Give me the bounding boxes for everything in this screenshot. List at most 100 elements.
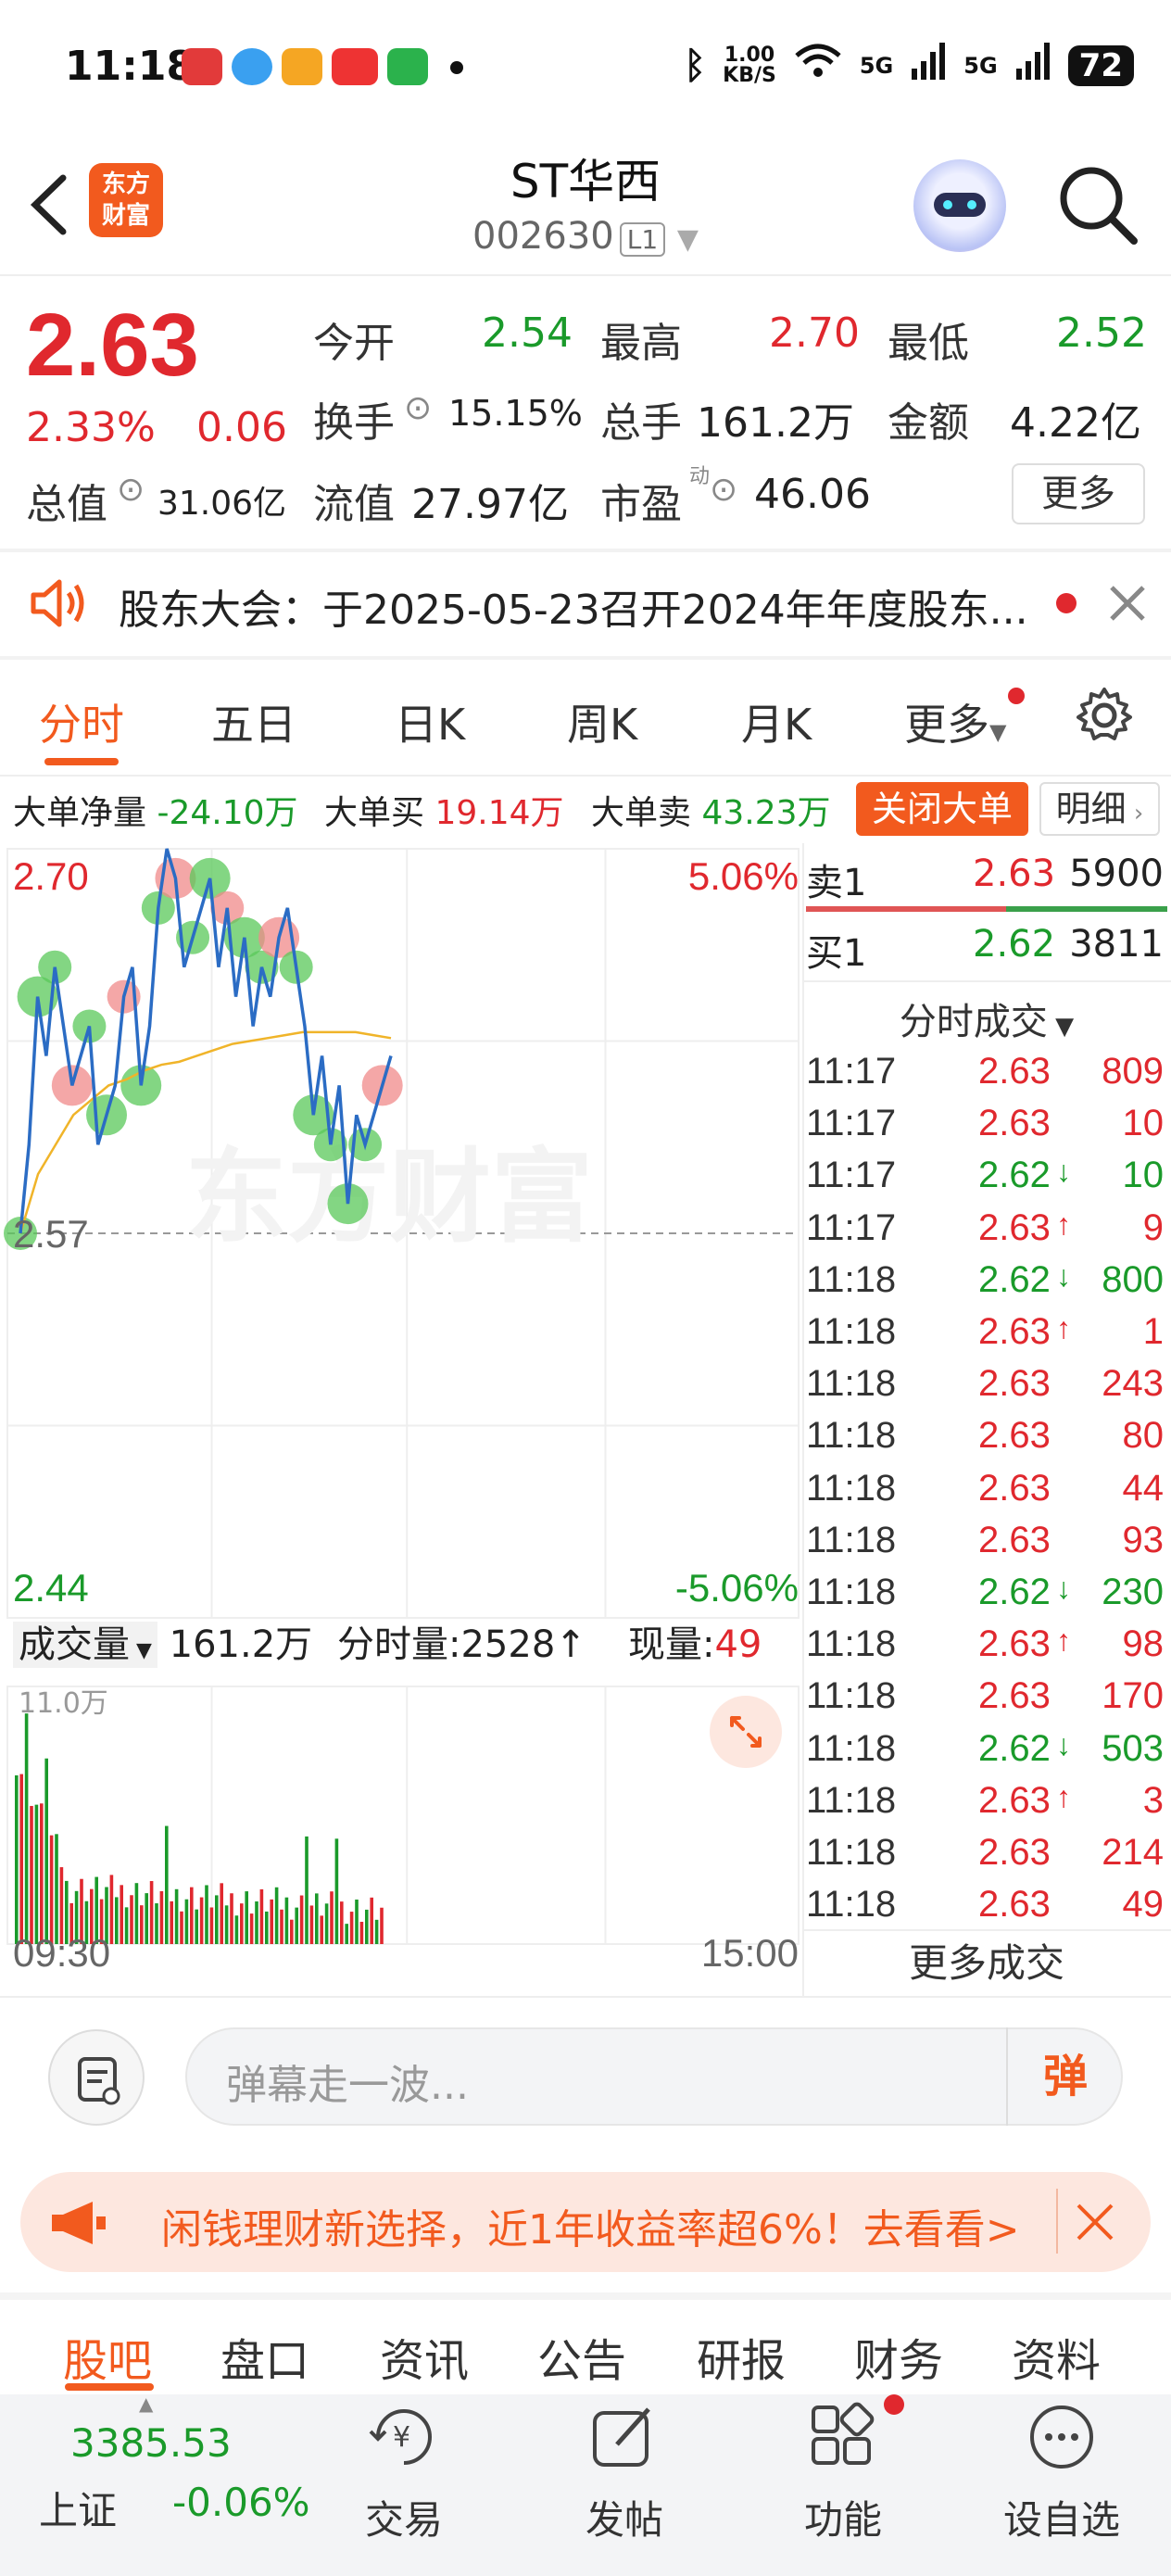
volume-bar	[44, 1758, 48, 1944]
watchlist-nav-label[interactable]: 设自选	[978, 2489, 1145, 2545]
float-cap-label: 流值	[313, 481, 395, 528]
app-notification-icon	[282, 48, 322, 85]
trade-row: 11:17 2.63 10	[806, 1103, 1167, 1155]
volume-bar	[330, 1891, 334, 1944]
trade-time: 11:17	[806, 1051, 897, 1092]
time-start-label: 09:30	[13, 1931, 110, 1975]
expand-chart-button[interactable]	[710, 1696, 782, 1768]
info-icon[interactable]: ⊙	[117, 471, 145, 509]
volume-bar	[40, 1803, 44, 1944]
tab-orderbook[interactable]: 盘口	[220, 2324, 309, 2389]
volume-bar	[24, 1713, 29, 1944]
notice-text[interactable]: 股东大会：于2025-05-23召开2024年年度股东...	[119, 576, 1028, 636]
post-nav-button[interactable]	[587, 2400, 661, 2478]
svg-text:¥: ¥	[393, 2421, 410, 2454]
trade-volume: 9	[1142, 1206, 1164, 1248]
ai-assistant-avatar[interactable]	[913, 159, 1006, 252]
chart-settings-button[interactable]	[1075, 686, 1134, 749]
index-value[interactable]: 3385.53	[70, 2420, 232, 2466]
trade-price: 2.63	[978, 1623, 1051, 1665]
tab-five-day[interactable]: 五日	[211, 691, 296, 752]
tab-announcements[interactable]: 公告	[537, 2324, 626, 2389]
trade-price: 2.63	[978, 1415, 1051, 1457]
volume-bar	[30, 1805, 33, 1944]
battery-indicator: 72	[1067, 45, 1134, 86]
price-high-label: 2.70	[13, 854, 89, 898]
close-promo-button[interactable]	[1071, 2198, 1119, 2250]
detail-button[interactable]: 明细 ›	[1039, 782, 1160, 836]
close-notice-button[interactable]	[1104, 580, 1151, 630]
caret-down-icon: ▼	[989, 719, 1007, 745]
tab-news[interactable]: 资讯	[380, 2324, 469, 2389]
divider	[0, 274, 1171, 276]
volume-bar	[245, 1891, 248, 1944]
close-big-order-button[interactable]: 关闭大单	[856, 782, 1028, 836]
volume-bar	[240, 1903, 244, 1944]
info-icon[interactable]: ⊙	[404, 389, 432, 427]
unread-dot	[1056, 593, 1077, 613]
more-trades-button[interactable]: 更多成交	[802, 1929, 1171, 1994]
ask-1-row[interactable]: 卖1 2.63 5900	[806, 852, 1167, 908]
trade-price: 2.62	[978, 1155, 1051, 1196]
amount-value: 4.22亿	[1010, 399, 1141, 447]
post-nav-label[interactable]: 发帖	[541, 2489, 708, 2545]
promo-text[interactable]: 闲钱理财新选择，近1年收益率超6%！去看看>	[161, 2196, 1020, 2255]
danmaku-send-button[interactable]: 弹	[1006, 2027, 1123, 2126]
tab-intraday[interactable]: 分时	[39, 691, 124, 752]
info-icon[interactable]: ⊙	[710, 471, 737, 509]
volume-bar	[109, 1875, 114, 1944]
more-quote-button[interactable]: 更多	[1012, 463, 1145, 524]
tab-active-indicator	[65, 2383, 154, 2391]
features-nav-button[interactable]	[806, 2400, 880, 2478]
tab-financials[interactable]: 财务	[854, 2324, 943, 2389]
change-amount: 0.06	[196, 404, 287, 451]
volume-bar	[309, 1905, 314, 1944]
trades-title[interactable]: 分时成交 ▼	[802, 991, 1171, 1045]
trade-nav-button[interactable]: ¥	[367, 2400, 441, 2478]
index-change[interactable]: -0.06%	[172, 2480, 310, 2525]
trade-row: 11:18 2.63 170	[806, 1675, 1167, 1727]
trade-time: 11:17	[806, 1103, 897, 1144]
trade-row: 11:18 2.63 ↑ 1	[806, 1311, 1167, 1363]
trade-direction-icon: ↓	[1056, 1258, 1071, 1293]
trade-price: 2.63	[978, 1519, 1051, 1560]
tab-monthly-k[interactable]: 月K	[741, 691, 812, 752]
divider	[802, 980, 1171, 982]
trade-price: 2.63	[978, 1206, 1051, 1248]
bid-1-row[interactable]: 买1 2.62 3811	[806, 923, 1167, 979]
index-name[interactable]: 上证	[39, 2480, 117, 2536]
signal-5g-1: 5G	[859, 53, 894, 79]
pct-low-label: -5.06%	[675, 1566, 799, 1610]
bluetooth-icon: ᛒ	[684, 44, 707, 87]
danmaku-placeholder: 弹幕走一波...	[226, 2062, 469, 2109]
features-nav-label[interactable]: 功能	[760, 2489, 926, 2545]
turnover-value: 15.15%	[448, 393, 583, 434]
trade-nav-label[interactable]: 交易	[321, 2489, 487, 2545]
watchlist-nav-button[interactable]	[1025, 2400, 1099, 2478]
volume-bar	[140, 1905, 144, 1944]
tab-profile[interactable]: 资料	[1012, 2324, 1101, 2389]
intraday-chart[interactable]: 东方财富 2.70 5.06% 2.57 2.44 -5.06% 11.0万 0…	[0, 843, 802, 1992]
trade-time: 11:18	[806, 1467, 897, 1509]
volume-bar	[170, 1900, 173, 1944]
tab-forum[interactable]: 股吧	[63, 2324, 152, 2389]
trade-row: 11:18 2.63 49	[806, 1884, 1167, 1936]
big-order-sell: 大单卖 43.23万	[591, 794, 831, 832]
tab-weekly-k[interactable]: 周K	[567, 691, 637, 752]
volume-selector[interactable]: 成交量 ▼ 161.2万	[13, 1614, 312, 1668]
tab-research[interactable]: 研报	[697, 2324, 786, 2389]
volume-bar	[380, 1907, 384, 1944]
tab-daily-k[interactable]: 日K	[395, 691, 465, 752]
trade-row: 11:17 2.63 809	[806, 1051, 1167, 1103]
divider	[0, 1996, 1171, 1998]
market-cap-label: 总值	[26, 481, 107, 528]
volume-bar	[149, 1881, 154, 1944]
tab-more[interactable]: 更多▼	[904, 691, 1006, 752]
status-indicators: ᛒ 1.00 KB/S 5G 5G 72	[684, 43, 1134, 89]
danmaku-settings-button[interactable]	[48, 2029, 145, 2126]
open-value: 2.54	[482, 309, 573, 357]
volume-bar	[255, 1901, 258, 1944]
search-button[interactable]	[1056, 163, 1140, 246]
more-circle-icon	[1030, 2406, 1093, 2469]
divider	[1056, 2189, 1058, 2254]
